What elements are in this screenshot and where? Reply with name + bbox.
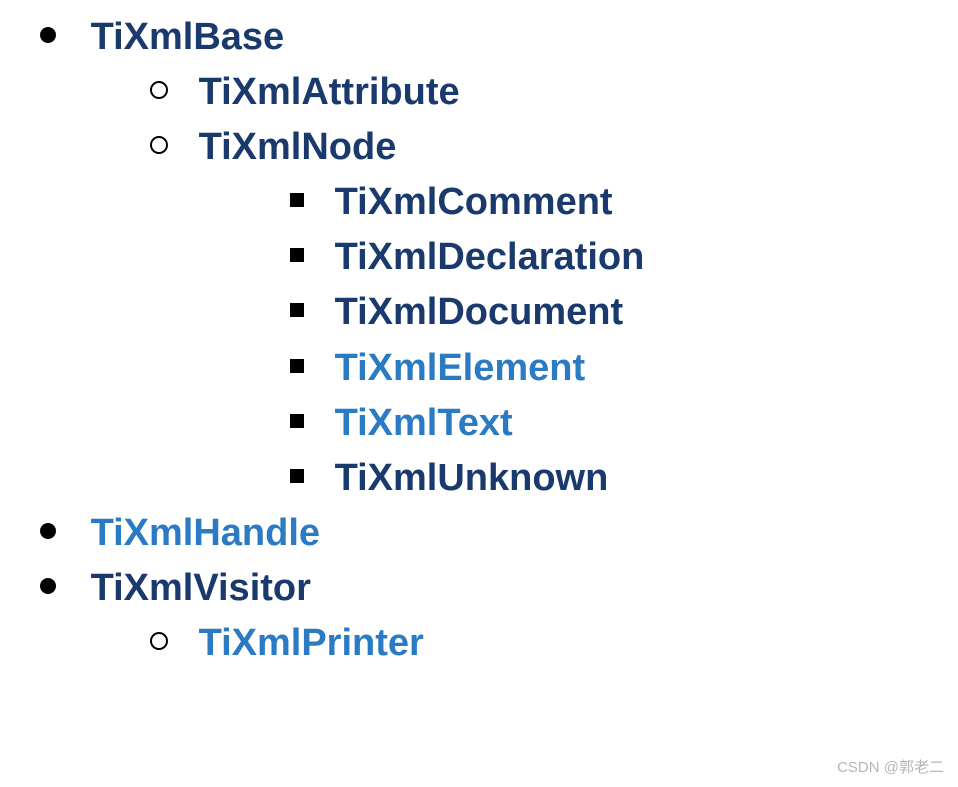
list-item: TiXmlComment	[270, 175, 938, 230]
class-hierarchy-list: TiXmlBase TiXmlAttribute TiXmlNode TiXml…	[20, 10, 938, 671]
link-tixmltext[interactable]: TiXmlText	[335, 402, 513, 444]
sublist: TiXmlComment TiXmlDeclaration TiXmlDocum…	[270, 175, 938, 506]
link-tixmldeclaration[interactable]: TiXmlDeclaration	[335, 236, 645, 278]
link-tixmlhandle[interactable]: TiXmlHandle	[91, 512, 320, 554]
watermark-text: CSDN @郭老二	[837, 756, 944, 777]
link-tixmlunknown[interactable]: TiXmlUnknown	[335, 457, 609, 499]
link-tixmlprinter[interactable]: TiXmlPrinter	[199, 622, 424, 664]
sublist: TiXmlPrinter	[130, 616, 938, 671]
list-item: TiXmlElement	[270, 341, 938, 396]
list-item: TiXmlBase TiXmlAttribute TiXmlNode TiXml…	[20, 10, 938, 506]
list-item: TiXmlDeclaration	[270, 230, 938, 285]
list-item: TiXmlPrinter	[130, 616, 938, 671]
link-tixmlcomment[interactable]: TiXmlComment	[335, 181, 613, 223]
link-tixmlbase[interactable]: TiXmlBase	[91, 16, 285, 58]
link-tixmldocument[interactable]: TiXmlDocument	[335, 291, 624, 333]
link-tixmlelement[interactable]: TiXmlElement	[335, 347, 586, 389]
list-item: TiXmlText	[270, 396, 938, 451]
list-item: TiXmlNode TiXmlComment TiXmlDeclaration …	[130, 120, 938, 506]
list-item: TiXmlDocument	[270, 285, 938, 340]
list-item: TiXmlAttribute	[130, 65, 938, 120]
link-tixmlattribute[interactable]: TiXmlAttribute	[199, 71, 460, 113]
link-tixmlvisitor[interactable]: TiXmlVisitor	[91, 567, 311, 609]
list-item: TiXmlHandle	[20, 506, 938, 561]
sublist: TiXmlAttribute TiXmlNode TiXmlComment Ti…	[130, 65, 938, 506]
list-item: TiXmlUnknown	[270, 451, 938, 506]
link-tixmlnode[interactable]: TiXmlNode	[199, 126, 397, 168]
list-item: TiXmlVisitor TiXmlPrinter	[20, 561, 938, 671]
